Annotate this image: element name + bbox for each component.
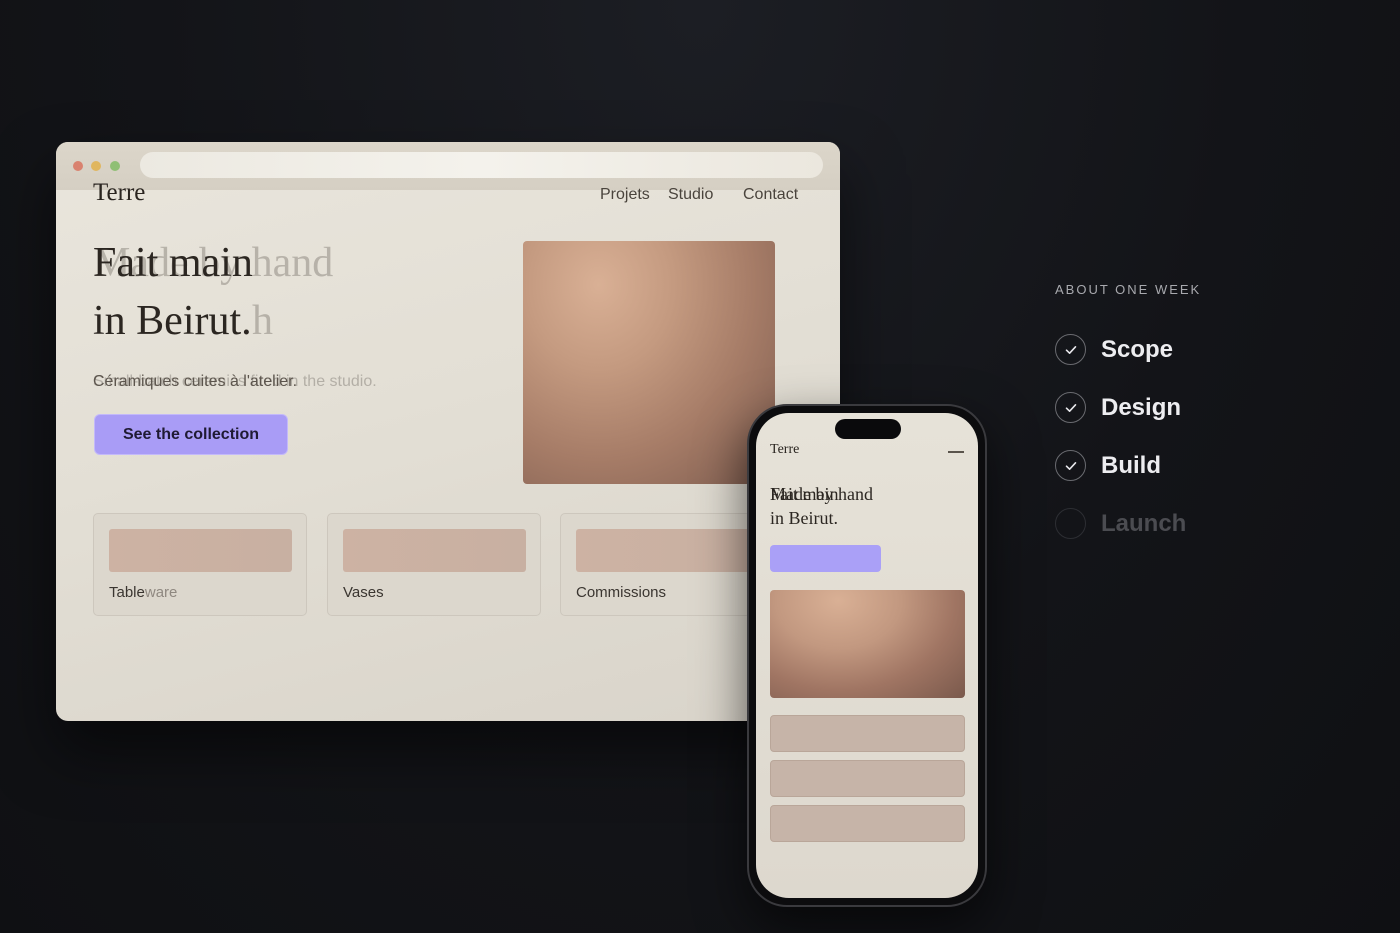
step-label: Design	[1101, 394, 1182, 421]
phone-hero-image	[770, 590, 965, 698]
nav-link-studio[interactable]: Studio	[668, 186, 713, 204]
close-window-dot[interactable]	[73, 161, 83, 171]
nav-link-projets[interactable]: Projets	[600, 186, 650, 204]
card-label: Vases	[343, 584, 384, 601]
hero-image	[523, 241, 775, 484]
empty-circle-icon	[1055, 508, 1086, 539]
browser-chrome	[56, 142, 840, 190]
card-label: Commissions	[576, 584, 667, 601]
nav-link-contact[interactable]: Contact	[743, 186, 798, 204]
address-bar[interactable]	[140, 152, 823, 178]
hero-subtitle: Céramiques cuites à l'atelier.	[93, 373, 298, 390]
timeline-title: ABOUT ONE WEEK	[1055, 282, 1202, 297]
card-thumbnail	[576, 529, 759, 572]
phone-hero-line2: in Beirut.	[770, 508, 838, 528]
phone-cta-button[interactable]	[770, 545, 881, 572]
hamburger-menu-icon[interactable]	[948, 451, 964, 453]
dynamic-island	[835, 419, 901, 439]
phone-frame: Terre Made by hand Fait main in Beirut.	[747, 404, 987, 907]
see-collection-button[interactable]: See the collection	[94, 414, 288, 455]
phone-site-logo[interactable]: Terre	[770, 442, 799, 458]
card-label: Tableware	[109, 584, 178, 601]
step-label: Launch	[1101, 510, 1187, 537]
step-label: Build	[1101, 452, 1161, 479]
card-vases[interactable]: Vases	[327, 513, 541, 616]
card-thumbnail	[109, 529, 292, 572]
check-circle-icon	[1055, 334, 1086, 365]
card-thumbnail	[343, 529, 526, 572]
phone-screen: Terre Made by hand Fait main in Beirut.	[756, 413, 978, 898]
phone-list-item[interactable]	[770, 805, 965, 842]
check-circle-icon	[1055, 450, 1086, 481]
hero-title-ghost-2: h	[252, 298, 273, 344]
site-logo[interactable]: Terre	[93, 179, 145, 207]
hero-title-line2: in Beirut.	[93, 298, 252, 344]
card-tableware[interactable]: Tableware	[93, 513, 307, 616]
step-label: Scope	[1101, 336, 1174, 363]
phone-hero-line1: Fait main	[770, 484, 839, 504]
minimize-window-dot[interactable]	[91, 161, 101, 171]
phone-list-item[interactable]	[770, 715, 965, 752]
browser-window: Terre Projets Studio Contact Made by han…	[56, 142, 840, 721]
card-commissions[interactable]: Commissions	[560, 513, 774, 616]
phone-list-item[interactable]	[770, 760, 965, 797]
check-circle-icon	[1055, 392, 1086, 423]
maximize-window-dot[interactable]	[110, 161, 120, 171]
hero-title-line1: Fait main	[93, 240, 253, 286]
